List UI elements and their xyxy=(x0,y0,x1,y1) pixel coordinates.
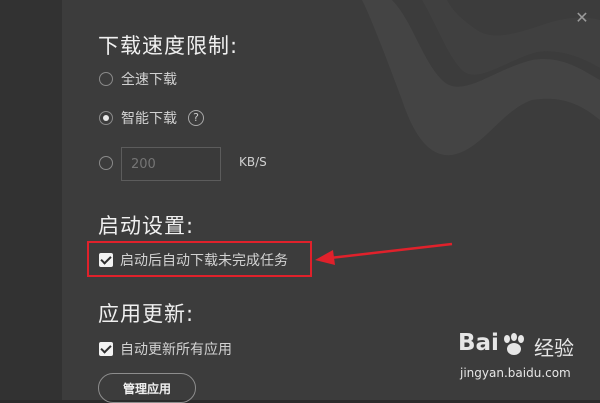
close-icon[interactable]: ✕ xyxy=(574,10,590,26)
radio-button-full-speed[interactable] xyxy=(99,72,113,86)
radio-smart-speed[interactable]: 智能下载 ? xyxy=(99,108,204,128)
radio-label-smart-speed: 智能下载 xyxy=(121,111,177,127)
radio-button-custom-speed[interactable] xyxy=(99,156,113,170)
auto-update-checkbox[interactable] xyxy=(99,342,113,356)
startup-title: 启动设置: xyxy=(98,214,195,238)
annotation-highlight-box xyxy=(87,241,312,277)
paw-icon xyxy=(504,333,524,355)
auto-update-label: 自动更新所有应用 xyxy=(120,342,232,358)
watermark-url: jingyan.baidu.com xyxy=(460,366,571,380)
speed-unit-label: KB/S xyxy=(239,155,267,169)
speed-limit-input[interactable] xyxy=(121,147,221,181)
update-title: 应用更新: xyxy=(98,302,195,326)
radio-button-smart-speed[interactable] xyxy=(99,111,113,125)
radio-full-speed[interactable]: 全速下载 xyxy=(99,69,177,89)
watermark-logo-text: Bai xyxy=(458,330,499,356)
left-sidebar-strip xyxy=(0,0,62,400)
baidu-jingyan-watermark: Bai 经验 jingyan.baidu.com xyxy=(452,330,592,390)
radio-custom-speed[interactable] xyxy=(99,156,121,170)
watermark-brand-text: 经验 xyxy=(534,336,574,360)
help-icon[interactable]: ? xyxy=(188,110,204,126)
auto-update-row[interactable]: 自动更新所有应用 xyxy=(99,339,232,359)
radio-label-full-speed: 全速下载 xyxy=(121,72,177,88)
manage-apps-button[interactable]: 管理应用 xyxy=(98,373,196,403)
download-speed-title: 下载速度限制: xyxy=(98,34,239,58)
